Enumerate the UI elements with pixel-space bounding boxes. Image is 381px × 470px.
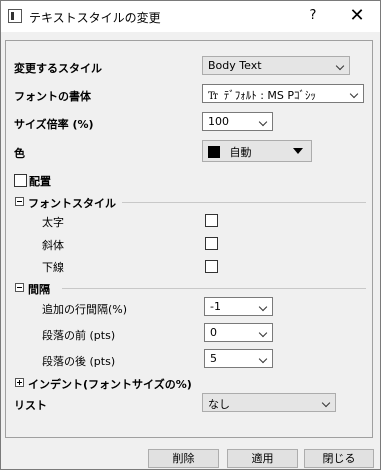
section-divider: [122, 202, 366, 203]
chevron-down-icon: [258, 354, 268, 364]
chevron-down-icon: [258, 328, 268, 338]
before-paragraph-value: 0: [210, 326, 217, 339]
collapse-icon[interactable]: [15, 197, 24, 206]
app-icon: [8, 9, 22, 23]
alignment-checkbox[interactable]: [14, 174, 27, 187]
style-select-value: Body Text: [208, 59, 262, 72]
font-label: フォントの書体: [14, 90, 91, 103]
underline-checkbox[interactable]: [205, 260, 218, 273]
alignment-label: 配置: [29, 175, 51, 188]
list-select[interactable]: なし: [202, 393, 336, 412]
color-select[interactable]: 自動: [202, 140, 312, 162]
delete-button[interactable]: 削除: [148, 449, 219, 468]
line-spacing-label: 追加の行間隔(%): [42, 303, 128, 316]
list-label: リスト: [14, 399, 47, 412]
indent-header: インデント(フォントサイズの%): [28, 378, 192, 391]
size-select[interactable]: 100: [202, 112, 273, 131]
chevron-down-icon: [258, 302, 268, 312]
line-spacing-select[interactable]: -1: [204, 297, 273, 316]
close-window-button[interactable]: ✕: [341, 5, 373, 27]
spacing-header: 間隔: [28, 283, 50, 296]
caret-down-icon: [293, 148, 303, 154]
style-label: 変更するスタイル: [14, 62, 102, 75]
color-label: 色: [14, 147, 25, 160]
apply-button[interactable]: 適用: [227, 449, 298, 468]
section-divider: [62, 288, 366, 289]
dialog-window: テキストスタイルの変更 ? ✕ 変更するスタイル Body Text フォントの…: [0, 0, 381, 470]
underline-label: 下線: [42, 261, 64, 274]
chevron-down-icon: [258, 117, 268, 127]
bold-label: 太字: [42, 216, 64, 229]
chevron-down-icon: [349, 89, 359, 99]
close-button[interactable]: 閉じる: [304, 449, 374, 468]
after-paragraph-value: 5: [210, 352, 217, 365]
font-style-header: フォントスタイル: [28, 197, 116, 210]
bold-checkbox[interactable]: [205, 214, 218, 227]
after-paragraph-label: 段落の後 (pts): [42, 355, 116, 368]
expand-icon[interactable]: [15, 378, 24, 387]
style-select[interactable]: Body Text: [202, 56, 350, 75]
chevron-down-icon: [321, 398, 331, 408]
chevron-down-icon: [335, 61, 345, 71]
settings-panel: 変更するスタイル Body Text フォントの書体 Tт ﾃﾞﾌｫﾙﾄ : M…: [5, 40, 373, 438]
title-bar: テキストスタイルの変更 ? ✕: [1, 1, 380, 32]
font-select[interactable]: Tт ﾃﾞﾌｫﾙﾄ : MS Pｺﾞｼｯ: [202, 84, 364, 103]
help-button[interactable]: ?: [299, 5, 327, 27]
window-title: テキストスタイルの変更: [29, 11, 161, 25]
italic-label: 斜体: [42, 239, 64, 252]
before-paragraph-label: 段落の前 (pts): [42, 329, 116, 342]
before-paragraph-select[interactable]: 0: [204, 323, 273, 342]
line-spacing-value: -1: [210, 300, 221, 313]
italic-checkbox[interactable]: [205, 237, 218, 250]
after-paragraph-select[interactable]: 5: [204, 349, 273, 368]
size-select-value: 100: [208, 115, 229, 128]
collapse-icon[interactable]: [15, 283, 24, 292]
truetype-font-icon: Tт: [208, 91, 218, 102]
list-select-value: なし: [208, 398, 230, 411]
size-label: サイズ倍率 (%): [14, 118, 94, 131]
color-select-value: 自動: [229, 146, 252, 159]
font-select-value: ﾃﾞﾌｫﾙﾄ : MS Pｺﾞｼｯ: [223, 89, 317, 102]
color-swatch: [208, 146, 220, 158]
